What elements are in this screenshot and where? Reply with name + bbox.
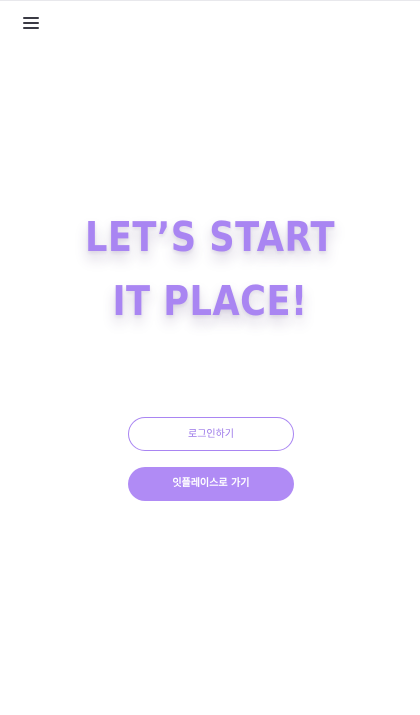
hero-headline: LET’S START IT PLACE! [29, 205, 390, 333]
hero-line-2: IT PLACE! [112, 277, 308, 325]
go-to-itplace-button[interactable]: 잇플레이스로 가기 [128, 467, 294, 501]
menu-bar-top [23, 17, 39, 19]
hero-line-1: LET’S START [84, 213, 336, 261]
menu-bar-bottom [23, 27, 39, 29]
hamburger-menu-icon[interactable] [23, 16, 39, 30]
menu-bar-middle [23, 22, 39, 24]
landing-page: LET’S START IT PLACE! 로그인하기 잇플레이스로 가기 [0, 0, 420, 715]
login-button[interactable]: 로그인하기 [128, 417, 294, 451]
top-divider [0, 0, 420, 1]
